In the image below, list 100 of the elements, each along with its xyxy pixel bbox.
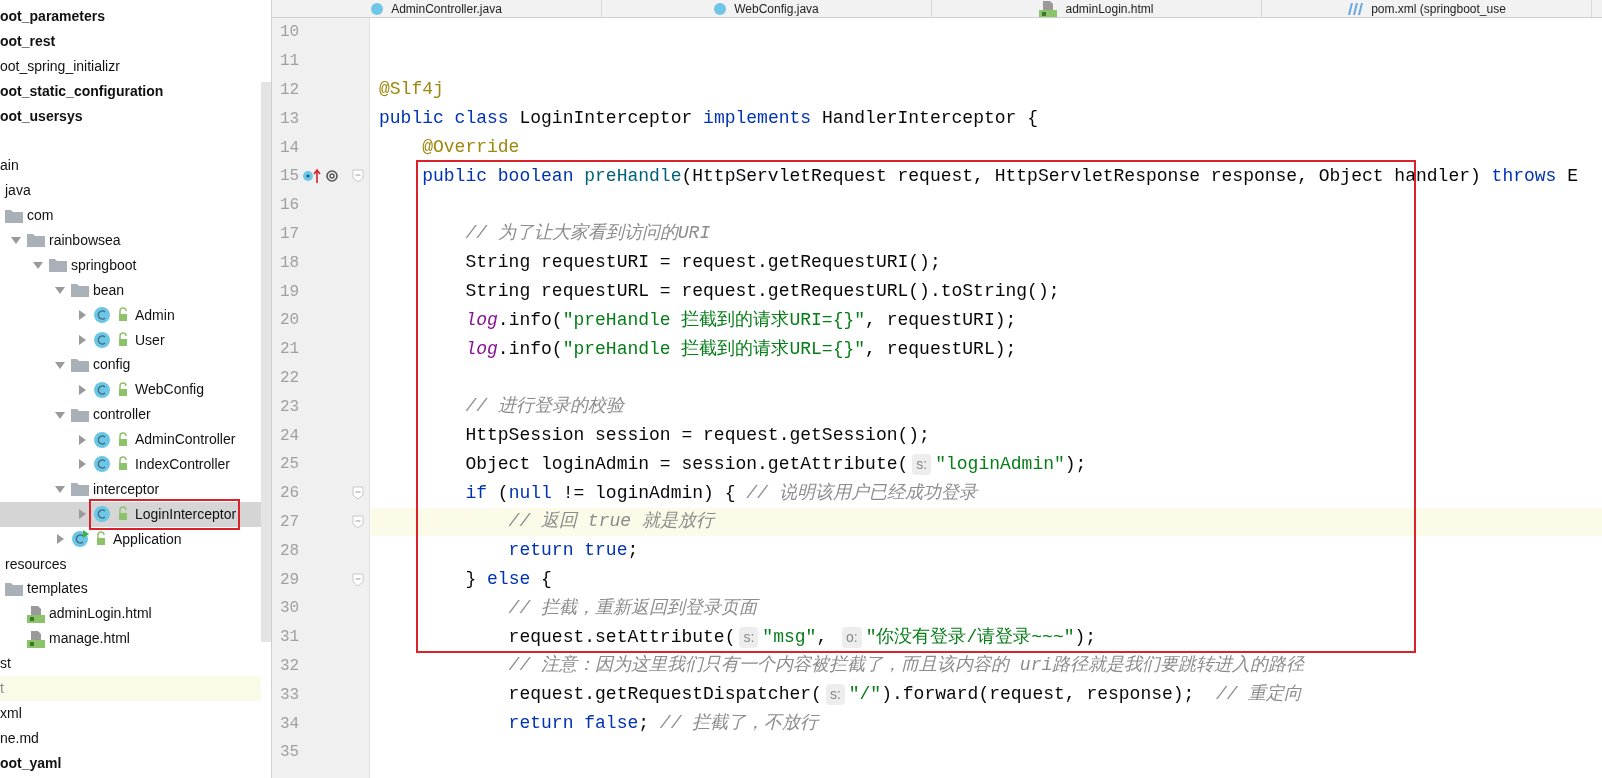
tree-item[interactable]: bean bbox=[0, 277, 261, 303]
code-token: ; bbox=[638, 712, 651, 735]
file-icon bbox=[1347, 2, 1364, 15]
tree-item[interactable]: interceptor bbox=[0, 476, 261, 502]
code-token: log bbox=[464, 308, 498, 332]
code-token: // 进行登录的校验 bbox=[464, 395, 624, 419]
tree-item[interactable]: LoginInterceptor bbox=[0, 501, 261, 527]
fold-icon[interactable] bbox=[352, 514, 364, 529]
html-file-icon bbox=[27, 604, 45, 623]
tree-item[interactable]: oot_usersys bbox=[0, 103, 261, 129]
tree-item-label: controller bbox=[93, 405, 151, 425]
tree-item[interactable]: oot_static_configuration bbox=[0, 78, 261, 104]
code-token: "msg" bbox=[762, 625, 817, 649]
tree-item[interactable]: manage.html bbox=[0, 626, 261, 652]
code-token: else bbox=[487, 568, 532, 592]
tree-item[interactable]: st bbox=[0, 651, 261, 677]
code-token: log bbox=[464, 337, 498, 361]
code-token: .info( bbox=[497, 337, 563, 361]
tree-item[interactable]: controller bbox=[0, 402, 261, 428]
html-file-icon bbox=[27, 629, 45, 648]
code-token: String requestURI = request.getRequestURI(); bbox=[464, 251, 941, 275]
code-token: , bbox=[816, 625, 829, 649]
caret-icon[interactable] bbox=[54, 533, 66, 546]
tree-item[interactable]: Application bbox=[0, 526, 261, 552]
editor-tab[interactable]: adminLogin.html bbox=[932, 0, 1262, 17]
code-token: "/" bbox=[848, 683, 882, 707]
tree-item[interactable]: AdminController bbox=[0, 427, 261, 453]
tree-item[interactable]: ain bbox=[0, 153, 261, 179]
tree-item[interactable]: oot_spring_initializr bbox=[0, 53, 261, 79]
editor-tab[interactable]: pom.xml (springboot_use bbox=[1262, 0, 1592, 17]
folder-icon bbox=[5, 208, 23, 223]
line-number: 16 bbox=[279, 195, 301, 217]
tree-item[interactable]: User bbox=[0, 327, 261, 353]
tree-item[interactable]: adminLogin.html bbox=[0, 601, 261, 627]
tree-item-label: IndexController bbox=[135, 454, 230, 474]
code-token: // 为了让大家看到访问的URI bbox=[464, 222, 711, 246]
code-token: public class bbox=[379, 107, 510, 131]
tree-item-label: ain bbox=[0, 156, 19, 176]
tree-item-label: oot_spring_initializr bbox=[0, 56, 120, 76]
caret-icon[interactable] bbox=[76, 334, 88, 346]
fold-icon[interactable] bbox=[352, 169, 364, 184]
line-number: 19 bbox=[279, 281, 301, 303]
caret-icon[interactable] bbox=[76, 458, 88, 471]
code-token: "你没有登录/请登录~~~" bbox=[865, 625, 1075, 649]
code-token: // 拦截了，不放行 bbox=[659, 712, 819, 735]
line-number: 23 bbox=[279, 396, 301, 418]
parameter-hint: s: bbox=[912, 453, 932, 475]
tree-item-label: oot_rest bbox=[0, 31, 56, 51]
line-number: 14 bbox=[279, 137, 301, 159]
tree-item[interactable]: oot_rest bbox=[0, 28, 261, 54]
tree-item[interactable]: templates bbox=[0, 576, 261, 602]
tree-item-label: Admin bbox=[135, 305, 175, 325]
line-number: 22 bbox=[279, 367, 301, 389]
line-number: 28 bbox=[279, 540, 301, 562]
tree-item[interactable]: WebConfig bbox=[0, 377, 261, 403]
tree-item[interactable]: config bbox=[0, 352, 261, 378]
caret-icon[interactable] bbox=[76, 309, 88, 322]
html-file-icon bbox=[1039, 0, 1058, 17]
fold-icon[interactable] bbox=[352, 486, 364, 501]
tree-item-label: templates bbox=[27, 579, 88, 599]
folder-icon bbox=[49, 258, 67, 273]
tree-item-label: adminLogin.html bbox=[49, 604, 152, 624]
tree-item-label: springboot bbox=[71, 255, 137, 275]
code-token: { bbox=[541, 568, 552, 592]
fold-icon[interactable] bbox=[352, 572, 364, 587]
code-token: .info( bbox=[497, 308, 563, 332]
caret-icon[interactable] bbox=[76, 508, 88, 521]
code-token: // 重定向 bbox=[1216, 683, 1303, 707]
editor-tab[interactable]: AdminController.java bbox=[272, 0, 602, 17]
tree-item[interactable]: xml bbox=[0, 700, 261, 726]
code-token: "preHandle 拦截到的请求URL={}" bbox=[562, 337, 866, 361]
tree-item[interactable]: oot_parameters bbox=[0, 4, 261, 29]
tree-item[interactable]: resources bbox=[0, 551, 261, 577]
scrollbar[interactable] bbox=[261, 82, 271, 642]
code-token: , requestURL); bbox=[865, 337, 1017, 361]
line-number: 31 bbox=[279, 627, 301, 649]
tree-item-label: ne.md bbox=[0, 728, 39, 748]
tree-item-label: bean bbox=[93, 280, 125, 300]
code-token: if bbox=[464, 481, 489, 505]
tree-item[interactable]: ne.md bbox=[0, 725, 261, 751]
tree-item[interactable]: Admin bbox=[0, 302, 261, 328]
tree-item[interactable]: com bbox=[0, 203, 261, 228]
parameter-hint: o: bbox=[842, 626, 862, 648]
class-icon bbox=[371, 2, 384, 15]
folder-icon bbox=[71, 357, 89, 372]
code-token: return true bbox=[507, 539, 628, 563]
line-number: 35 bbox=[279, 742, 301, 764]
tree-item[interactable]: IndexController bbox=[0, 452, 261, 477]
code-token: ( bbox=[497, 481, 509, 505]
line-number: 24 bbox=[279, 425, 301, 447]
tree-item[interactable]: java bbox=[0, 178, 261, 204]
tree-item-label: LoginInterceptor bbox=[135, 504, 237, 524]
caret-icon[interactable] bbox=[76, 383, 88, 396]
tree-item[interactable]: rainbowsea bbox=[0, 228, 261, 253]
line-number: 13 bbox=[279, 108, 301, 130]
caret-icon[interactable] bbox=[76, 433, 88, 446]
tree-item[interactable]: springboot bbox=[0, 252, 261, 278]
tree-item[interactable]: oot_yaml bbox=[0, 750, 261, 776]
editor-tab[interactable]: WebConfig.java bbox=[602, 0, 932, 17]
line-number: 15 bbox=[279, 166, 301, 188]
